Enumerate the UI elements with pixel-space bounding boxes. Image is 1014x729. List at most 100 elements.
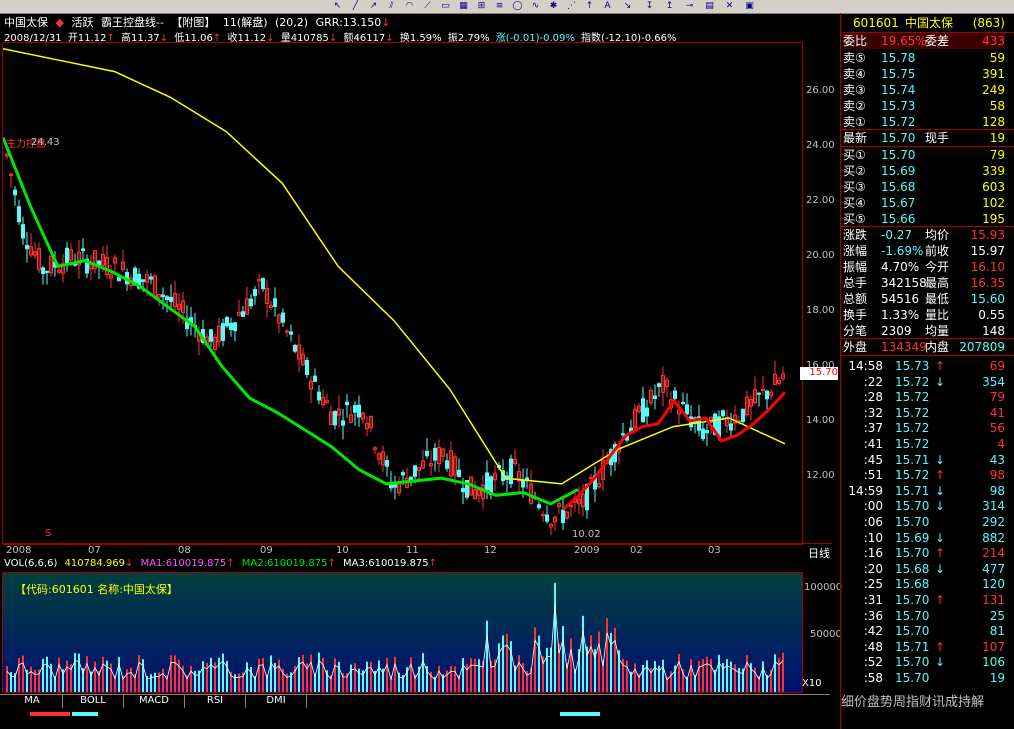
calc-icon[interactable]: ▤ — [704, 1, 715, 12]
buy-level-label: 买⑤ — [843, 212, 866, 226]
volume-bar — [162, 668, 164, 692]
status-bar-red — [30, 712, 70, 716]
volume-chart[interactable]: 【代码:601601 名称:中国太保】 — [2, 572, 803, 693]
tick-row: :28 15.72 79 — [843, 389, 1005, 405]
tick-price: 15.70 — [895, 499, 930, 514]
tick-arrow: ↑ — [935, 639, 946, 654]
candle-body — [41, 267, 45, 275]
tab-ma[interactable]: MA — [2, 695, 63, 708]
period-selector[interactable]: 日线 — [808, 545, 830, 561]
status-bar-cyan — [72, 712, 98, 716]
tick-time: :37 — [863, 421, 883, 436]
indicator-line — [561, 391, 787, 511]
indicator-params: (20,2) — [275, 16, 309, 29]
arc-icon[interactable]: ◠ — [404, 1, 415, 12]
volume-indicator-name[interactable]: VOL(6,6,6) — [4, 558, 57, 569]
tab-boll[interactable]: BOLL — [63, 695, 124, 708]
volume-bar — [778, 657, 780, 692]
latest-label: 最新 — [843, 131, 868, 145]
buy-order-row: 买④ 15.67 102 — [843, 195, 1005, 211]
ruler-icon[interactable]: ⊸ — [684, 1, 695, 12]
line-icon[interactable]: ╱ — [350, 1, 361, 12]
candle-body — [249, 298, 253, 307]
sell-volume: 128 — [982, 115, 1005, 129]
candle-body — [401, 472, 405, 476]
stat-value: 15.93 — [970, 228, 1005, 242]
price-tick: 20.00 — [806, 250, 835, 261]
tick-arrow: ↓ — [935, 499, 946, 514]
panel-tabs[interactable]: 细价盘势周指财讯成持解 — [841, 691, 1014, 710]
buy-mark-icon[interactable]: ↥ — [664, 1, 675, 12]
price-chart-canvas[interactable] — [3, 43, 802, 544]
ellipse-icon[interactable]: ◯ — [512, 1, 523, 12]
tick-volume: 43 — [989, 452, 1005, 467]
volume-bar — [450, 665, 452, 692]
volume-bar — [754, 667, 756, 692]
date-tick: 2008 — [6, 545, 32, 556]
channel-icon[interactable]: ⫽ — [386, 1, 397, 12]
volume-bar — [354, 663, 356, 692]
text-icon[interactable]: A — [602, 1, 613, 12]
tick-row: :00 15.70 ↓ 314 — [843, 498, 1005, 514]
candle-body — [97, 260, 101, 266]
arrow-up-icon[interactable]: ↑ — [584, 1, 595, 12]
tab-macd[interactable]: MACD — [124, 695, 185, 708]
tick-row: :45 15.71 ↓ 43 — [843, 452, 1005, 468]
cycle-icon[interactable]: ⊞ — [476, 1, 487, 12]
volume-ma1: MA1:610019.875 — [140, 558, 227, 569]
wave-icon[interactable]: ∿ — [530, 1, 541, 12]
gann-icon[interactable]: ✱ — [548, 1, 559, 12]
candle-body — [673, 390, 677, 399]
tick-time: 14:59 — [848, 483, 883, 498]
sell-volume: 249 — [982, 83, 1005, 97]
sell-order-row: 卖① 15.72 128 — [843, 114, 1005, 130]
tick-row: :48 15.71 ↑ 107 — [843, 639, 1005, 655]
delete-icon[interactable]: ✕ — [724, 1, 735, 12]
pointer-icon[interactable]: ↖ — [332, 1, 343, 12]
weicha-value: 433 — [982, 34, 1005, 48]
stock-name[interactable]: 中国太保 — [4, 16, 48, 29]
arrow-icon[interactable]: ↘ — [622, 1, 633, 12]
price-tick: 26.00 — [806, 85, 835, 96]
candle-body — [621, 433, 625, 436]
tick-volume: 314 — [982, 499, 1005, 514]
fan-icon[interactable]: ⟋ — [422, 1, 433, 12]
low-price-label: 10.02 — [572, 529, 601, 540]
tick-volume: 81 — [989, 624, 1005, 639]
tab-dmi[interactable]: DMI — [246, 695, 307, 708]
volume-bar — [246, 662, 248, 692]
candle-body — [341, 420, 345, 426]
ray-icon[interactable]: ↗ — [368, 1, 379, 12]
candle-body — [65, 247, 69, 266]
candle-body — [209, 329, 213, 342]
sell-price: 15.72 — [881, 115, 916, 129]
buy-level-label: 买④ — [843, 196, 866, 210]
price-chart[interactable]: 主力控盘 24.43 10.02 S — [2, 42, 803, 545]
save-icon[interactable]: ▣ — [744, 1, 755, 12]
volume-bar — [218, 657, 220, 692]
grid-icon[interactable]: ▦ — [458, 1, 469, 12]
attached-label[interactable]: 【附图】 — [171, 16, 215, 29]
box-icon[interactable]: ▭ — [440, 1, 451, 12]
indicator-name[interactable]: 霸王控盘线-- — [101, 16, 164, 29]
sell-price: 15.78 — [881, 51, 916, 65]
volume-bar — [58, 657, 60, 692]
buy-price: 15.70 — [881, 148, 916, 162]
tick-price: 15.72 — [895, 405, 930, 420]
tab-rsi[interactable]: RSI — [185, 695, 246, 708]
stat-label: 分笔 — [843, 324, 868, 338]
sell-mark-icon[interactable]: ↧ — [644, 1, 655, 12]
tick-price: 15.71 — [895, 639, 930, 654]
volume-bar — [338, 661, 340, 692]
neipan-value: 207809 — [959, 340, 1005, 354]
speed-icon[interactable]: ⋰ — [566, 1, 577, 12]
volume-bar — [178, 659, 180, 692]
last-price-tag: 15.70 — [800, 367, 838, 380]
fib-icon[interactable]: ≡ — [494, 1, 505, 12]
buy-price: 15.69 — [881, 164, 916, 178]
stat-row: 总额 54516 最低 15.60 — [843, 291, 1005, 307]
tick-price: 15.70 — [895, 608, 930, 623]
mode-label[interactable]: 活跃 — [71, 16, 93, 29]
tick-row: :58 15.70 19 — [843, 670, 1005, 686]
volume-bar — [34, 669, 36, 692]
